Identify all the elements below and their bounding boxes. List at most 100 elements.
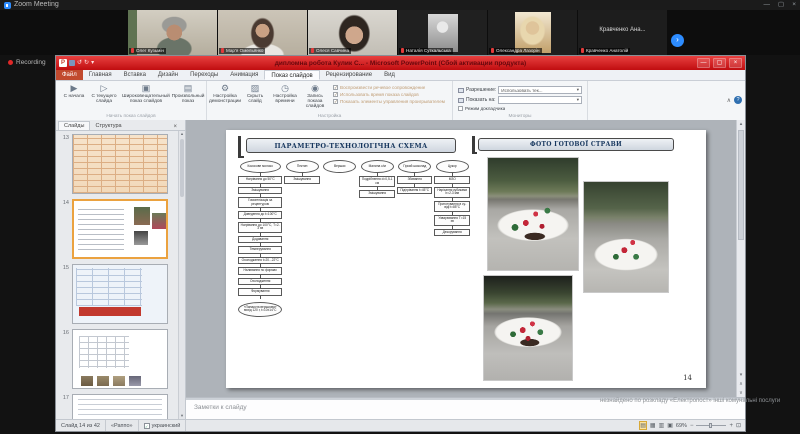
participant-tile[interactable]: Мар'я Омельянко <box>218 10 307 55</box>
fit-to-window-icon[interactable]: ⊡ <box>736 422 741 429</box>
scrollbar-thumb[interactable] <box>738 130 744 240</box>
status-language[interactable]: ✓ украинский <box>139 420 187 431</box>
participant-name: Олеся Савчина <box>316 47 350 53</box>
slide-thumbnail-17[interactable] <box>72 394 168 419</box>
button-icon: ▨ <box>250 83 260 93</box>
ribbon-tab-рецензирование[interactable]: Рецензирование <box>320 70 378 80</box>
canvas-scrollbar[interactable]: ▴ ▾ ∧ ∨ <box>736 120 745 397</box>
ppt-close-icon[interactable]: × <box>729 58 742 68</box>
slide-canvas: ПАРАМЕТРО-ТЕХНОЛОГІЧНА СХЕМА ФОТО ГОТОВО… <box>186 120 745 397</box>
ribbon-tab-главная[interactable]: Главная <box>83 70 118 80</box>
zoom-in-icon[interactable]: + <box>729 423 733 429</box>
ribbon-group-setup: ⚙ Настройка демонстрации ▨ Скрыть слайд ◷ Нас… <box>207 81 453 120</box>
view-sorter-icon[interactable]: ▦ <box>650 422 656 429</box>
setup-group-buttons: ⚙ Настройка демонстрации ▨ Скрыть слайд ◷ Нас… <box>209 83 330 112</box>
view-slideshow-icon[interactable]: ▣ <box>667 422 673 429</box>
dish-photo-1 <box>488 158 578 270</box>
ribbon-button[interactable]: ◉ Запись показа слайдов <box>300 83 330 112</box>
next-slide-icon[interactable]: ∨ <box>737 389 745 397</box>
ribbon-tab-вставка[interactable]: Вставка <box>118 70 152 80</box>
ribbon-tab-вид[interactable]: Вид <box>378 70 401 80</box>
maximize-icon[interactable]: ▢ <box>778 0 784 10</box>
zoom-logo-icon <box>4 1 11 9</box>
slide-thumbnail-16[interactable] <box>72 329 168 389</box>
ribbon-checkbox[interactable]: ✓ Показать элементы управления проигрыват… <box>333 99 447 104</box>
next-participants-button[interactable]: › <box>671 34 684 47</box>
slide[interactable]: ПАРАМЕТРО-ТЕХНОЛОГІЧНА СХЕМА ФОТО ГОТОВО… <box>226 130 706 388</box>
ribbon-tab-переходы[interactable]: Переходы <box>184 70 224 80</box>
flowchart-step: Темперування <box>238 246 283 254</box>
presenter-mode-checkbox[interactable]: Режим докладчика <box>458 106 582 111</box>
help-icon[interactable]: ? <box>734 96 742 104</box>
ribbon-button[interactable]: ◷ Настройка времени <box>270 83 300 112</box>
ribbon-tab-показ-слайдов[interactable]: Показ слайдов <box>264 70 320 80</box>
flowchart-arrow <box>259 295 261 299</box>
ribbon-button[interactable]: ⚙ Настройка демонстрации <box>209 83 241 112</box>
scrollbar-thumb[interactable] <box>180 139 184 197</box>
sidebar-scrollbar[interactable]: ▴ ▾ <box>178 131 185 419</box>
ribbon-checkbox[interactable]: ✓ Воспроизвести речевое сопровождение <box>333 85 447 90</box>
ppt-restore-icon[interactable]: ▢ <box>713 58 726 68</box>
previous-slide-icon[interactable]: ∧ <box>737 380 745 388</box>
show-on-dropdown[interactable]: ▾ <box>497 96 582 104</box>
ribbon-tab-дизайн[interactable]: Дизайн <box>152 70 184 80</box>
resolution-dropdown[interactable]: Использовать тек... ▾ <box>498 86 582 94</box>
checkbox-icon: ✓ <box>333 92 338 97</box>
slide-thumbnail-14[interactable] <box>72 199 168 259</box>
ppt-minimize-icon[interactable]: — <box>697 58 710 68</box>
checkbox-label: Воспроизвести речевое сопровождение <box>340 85 426 90</box>
button-icon: ▶ <box>70 83 78 93</box>
flowchart-step: МЗО <box>434 176 470 184</box>
flowchart-step: Формування <box>238 288 283 296</box>
scroll-up-icon[interactable]: ▴ <box>179 131 185 137</box>
ribbon-button[interactable]: ▶ С начала <box>59 83 89 112</box>
participant-name: Кравченко Анатолій <box>586 47 629 53</box>
dish-photo-2 <box>584 182 668 292</box>
tab-outline[interactable]: Структура <box>90 122 126 130</box>
ribbon-tab-анимация[interactable]: Анимация <box>224 70 264 80</box>
group-label: Мониторы <box>508 114 532 119</box>
redo-icon[interactable]: ↻ <box>84 59 89 67</box>
participant-tile[interactable]: Кравченко Ана... Кравченко Анатолій <box>578 10 667 55</box>
participant-tile[interactable]: Олеся Савчина <box>308 10 397 55</box>
zoom-slider-thumb[interactable] <box>709 423 713 428</box>
scroll-down-icon[interactable]: ▾ <box>737 371 745 379</box>
powerpoint-logo-icon[interactable]: P <box>59 59 67 67</box>
participant-tile[interactable]: Олександра Лазорін <box>488 10 577 55</box>
minimize-icon[interactable]: — <box>764 0 771 10</box>
undo-icon[interactable]: ↺ <box>77 59 82 67</box>
slide-thumbnail-13[interactable] <box>72 134 168 194</box>
flowchart-column: Цукор МЗО Нарізання кубиками b=2-3 мм Приго… <box>434 160 470 237</box>
slide-thumbnail-15[interactable] <box>72 264 168 324</box>
notes-pane[interactable]: Заметки к слайду <box>186 400 745 419</box>
flowchart-source: Малина с/м <box>360 160 394 173</box>
slide-thumbnails: 13 14 15 16 17 <box>56 131 185 419</box>
zoom-slider[interactable] <box>696 423 727 428</box>
ribbon-checkbox[interactable]: ✓ Использовать время показа слайдов <box>333 92 447 97</box>
flowchart-step: Охолодження <box>238 277 283 286</box>
frame-bracket <box>472 136 477 154</box>
slide-thumbnail-row: 14 <box>58 199 185 259</box>
checkbox-icon: ✓ <box>333 85 338 90</box>
view-normal-icon[interactable]: ▤ <box>639 421 647 430</box>
zoom-level: 69% <box>675 422 687 429</box>
ribbon-button[interactable]: ▤ Произвольный показ <box>172 83 205 112</box>
save-icon[interactable] <box>69 60 75 66</box>
chevron-down-icon: ▾ <box>576 97 579 102</box>
ribbon-button[interactable]: ▨ Скрыть слайд <box>240 83 270 112</box>
flowchart-column: Вершки <box>322 160 358 173</box>
view-reading-icon[interactable]: ▥ <box>659 422 665 429</box>
qat-dropdown-icon[interactable]: ▾ <box>91 59 94 67</box>
flowchart-column: Кокосове молоко Нагрівання до 50°С Змішува… <box>238 160 283 317</box>
tab-slides[interactable]: Слайды <box>58 121 91 130</box>
ribbon-button[interactable]: ▷ С текущего слайда <box>89 83 119 112</box>
zoom-out-icon[interactable]: − <box>690 423 694 429</box>
scroll-up-icon[interactable]: ▴ <box>737 120 745 128</box>
collapse-ribbon-icon[interactable]: ∧ <box>727 97 731 104</box>
ribbon-tab-file[interactable]: Файл <box>56 70 83 80</box>
close-icon[interactable]: × <box>792 0 796 10</box>
participant-tile[interactable]: Олег Кузьмін <box>128 10 217 55</box>
ribbon-button[interactable]: ▣ Широковещательный показ слайдов <box>119 83 173 112</box>
participant-tile[interactable]: Наталія Суткальська <box>398 10 487 55</box>
close-panel-icon[interactable]: × <box>173 124 177 130</box>
